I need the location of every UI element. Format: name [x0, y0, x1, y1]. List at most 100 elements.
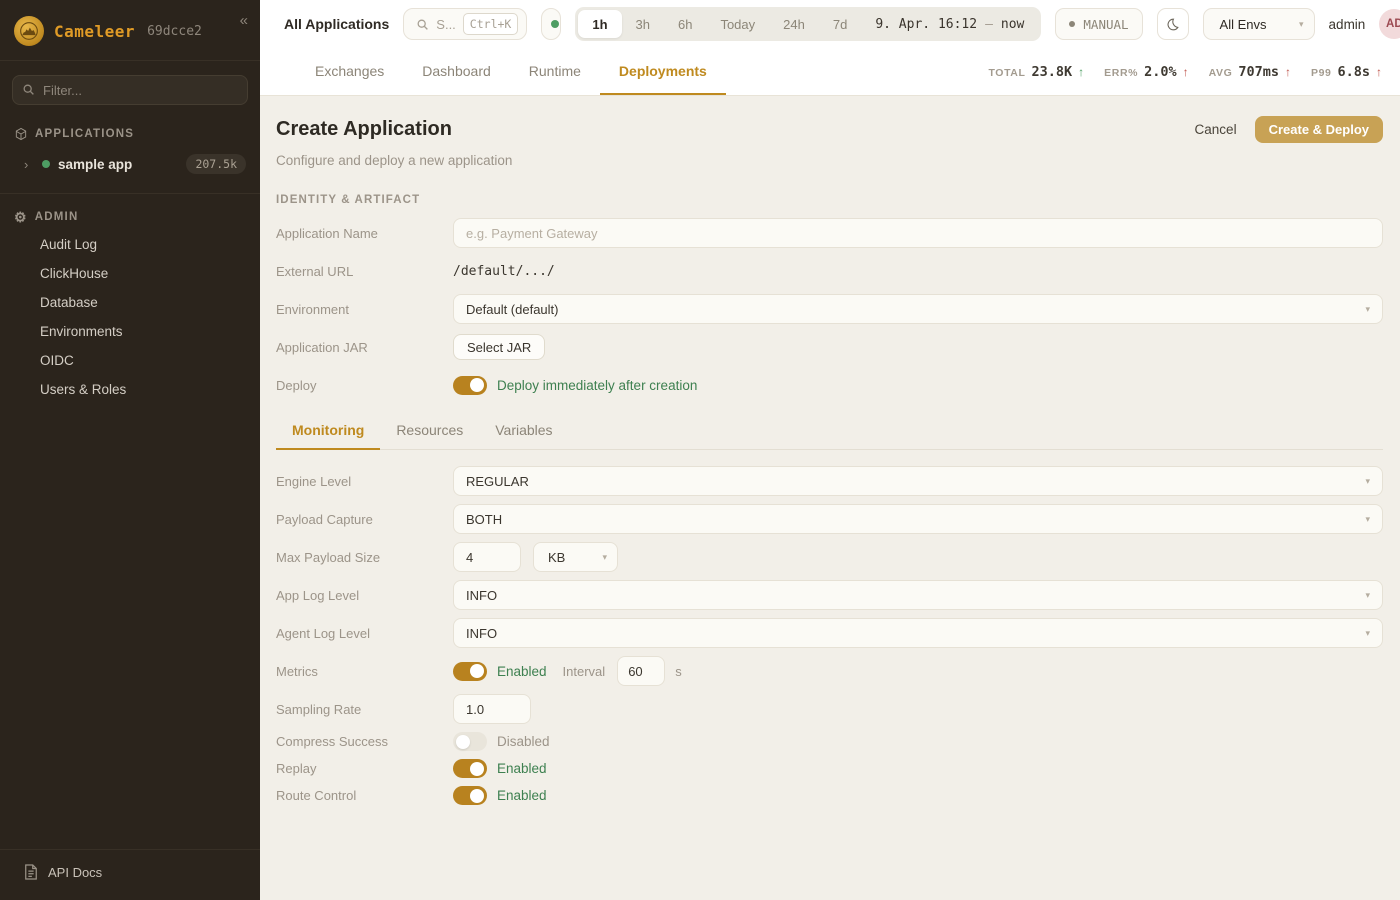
chevron-down-icon: ▾ — [602, 552, 607, 563]
subtab-monitoring[interactable]: Monitoring — [276, 422, 380, 450]
app-log-level-select[interactable]: INFO ▾ — [453, 580, 1383, 610]
chevron-down-icon: ▾ — [1365, 304, 1370, 315]
engine-level-select[interactable]: REGULAR ▾ — [453, 466, 1383, 496]
date-to: now — [1001, 17, 1024, 32]
select-jar-button[interactable]: Select JAR — [453, 334, 545, 360]
create-deploy-button[interactable]: Create & Deploy — [1255, 116, 1383, 143]
sidebar-item-users-roles[interactable]: Users & Roles — [0, 375, 260, 404]
field-agent-log-level: Agent Log Level INFO ▾ — [276, 618, 1383, 648]
divider — [0, 193, 260, 194]
date-separator: — — [985, 17, 993, 32]
field-external-url: External URL /default/.../ — [276, 256, 1383, 286]
replay-state-label: Enabled — [497, 761, 547, 776]
admin-nav: Audit Log ClickHouse Database Environmen… — [0, 230, 260, 404]
chevron-down-icon: ▾ — [1365, 590, 1370, 601]
time-range-picker: 1h 3h 6h Today 24h 7d 9. Apr. 16:12 — no… — [575, 7, 1041, 41]
metrics-toggle[interactable] — [453, 662, 487, 681]
sidebar-item-database[interactable]: Database — [0, 288, 260, 317]
online-status-button[interactable]: O — [541, 8, 561, 40]
sidebar-item-environments[interactable]: Environments — [0, 317, 260, 346]
content: Create Application Cancel Create & Deplo… — [260, 96, 1400, 900]
range-3h[interactable]: 3h — [622, 10, 664, 38]
range-1h[interactable]: 1h — [578, 10, 621, 38]
deploy-toggle-label: Deploy immediately after creation — [497, 378, 697, 393]
manual-refresh-button[interactable]: MANUAL — [1055, 8, 1142, 40]
stat-err: ERR% 2.0% ↑ — [1104, 64, 1188, 80]
field-max-payload-size: Max Payload Size KB ▾ — [276, 542, 1383, 572]
sidebar-item-sample-app[interactable]: › sample app 207.5k — [0, 147, 260, 181]
app-count-badge: 207.5k — [186, 154, 246, 174]
manual-dot-icon — [1069, 21, 1075, 27]
trend-up-icon: ↑ — [1183, 65, 1189, 79]
range-7d[interactable]: 7d — [819, 10, 861, 38]
dark-mode-toggle[interactable] — [1157, 8, 1189, 40]
sidebar: Cameleer 69dcce2 « APPLICATIONS › sample… — [0, 0, 260, 900]
topbar-right: MANUAL All Envs ▾ admin AD — [1055, 8, 1400, 40]
username-label: admin — [1329, 17, 1366, 32]
subtab-variables[interactable]: Variables — [479, 422, 568, 450]
env-filter-select[interactable]: All Envs ▾ — [1203, 8, 1315, 40]
sidebar-item-audit-log[interactable]: Audit Log — [0, 230, 260, 259]
max-payload-size-input[interactable] — [453, 542, 521, 572]
context-label: All Applications — [284, 16, 389, 32]
route-control-state-label: Enabled — [497, 788, 547, 803]
route-control-toggle[interactable] — [453, 786, 487, 805]
interval-label: Interval — [563, 664, 606, 679]
environment-select[interactable]: Default (default) ▾ — [453, 294, 1383, 324]
agent-log-level-select[interactable]: INFO ▾ — [453, 618, 1383, 648]
stat-avg: AVG 707ms ↑ — [1209, 64, 1291, 80]
compress-success-toggle[interactable] — [453, 732, 487, 751]
search-icon — [22, 83, 35, 96]
application-name-input[interactable] — [453, 218, 1383, 248]
interval-unit-label: s — [675, 664, 682, 679]
cancel-button[interactable]: Cancel — [1195, 122, 1237, 137]
tab-exchanges[interactable]: Exchanges — [296, 48, 403, 95]
field-route-control: Route Control Enabled — [276, 786, 1383, 805]
date-from: 9. Apr. 16:12 — [875, 17, 977, 32]
chevron-right-icon[interactable]: › — [24, 157, 34, 172]
range-today[interactable]: Today — [706, 10, 769, 38]
sidebar-item-clickhouse[interactable]: ClickHouse — [0, 259, 260, 288]
shortcut-badge: Ctrl+K — [463, 13, 519, 35]
payload-capture-select[interactable]: BOTH ▾ — [453, 504, 1383, 534]
global-search[interactable]: S... Ctrl+K — [403, 8, 527, 40]
sampling-rate-input[interactable] — [453, 694, 531, 724]
main-tabs: Exchanges Dashboard Runtime Deployments … — [260, 48, 1400, 96]
chevron-down-icon: ▾ — [1365, 628, 1370, 639]
app-title: Cameleer — [54, 22, 135, 41]
metrics-state-label: Enabled — [497, 664, 547, 679]
tab-runtime[interactable]: Runtime — [510, 48, 600, 95]
replay-toggle[interactable] — [453, 759, 487, 778]
field-compress-success: Compress Success Disabled — [276, 732, 1383, 751]
external-url-value: /default/.../ — [453, 264, 555, 279]
api-docs-link[interactable]: API Docs — [0, 849, 260, 900]
sidebar-item-oidc[interactable]: OIDC — [0, 346, 260, 375]
stats-bar: TOTAL 23.8K ↑ ERR% 2.0% ↑ AVG 707ms ↑ P9… — [988, 48, 1382, 95]
admin-section-header: ⚙ ADMIN — [0, 204, 260, 230]
avatar[interactable]: AD — [1379, 9, 1400, 39]
chevron-down-icon: ▾ — [1299, 19, 1304, 30]
app-item-label[interactable]: sample app — [58, 157, 178, 172]
filter-input[interactable] — [12, 75, 248, 105]
tab-dashboard[interactable]: Dashboard — [403, 48, 510, 95]
field-replay: Replay Enabled — [276, 759, 1383, 778]
range-24h[interactable]: 24h — [769, 10, 819, 38]
chevron-down-icon: ▾ — [1365, 476, 1370, 487]
field-payload-capture: Payload Capture BOTH ▾ — [276, 504, 1383, 534]
date-range-display[interactable]: 9. Apr. 16:12 — now — [861, 17, 1038, 32]
collapse-sidebar-icon[interactable]: « — [240, 12, 248, 29]
payload-unit-select[interactable]: KB ▾ — [533, 542, 618, 572]
subtab-resources[interactable]: Resources — [380, 422, 479, 450]
chevron-down-icon: ▾ — [1365, 514, 1370, 525]
trend-up-icon: ↑ — [1078, 65, 1084, 79]
tab-deployments[interactable]: Deployments — [600, 48, 726, 95]
page-subtitle: Configure and deploy a new application — [276, 153, 1383, 168]
sidebar-filter — [12, 75, 248, 105]
range-6h[interactable]: 6h — [664, 10, 706, 38]
metrics-interval-input[interactable] — [617, 656, 665, 686]
deploy-toggle[interactable] — [453, 376, 487, 395]
field-sampling-rate: Sampling Rate — [276, 694, 1383, 724]
stat-p99: P99 6.8s ↑ — [1311, 64, 1382, 80]
applications-section-header: APPLICATIONS — [0, 121, 260, 147]
trend-up-icon: ↑ — [1376, 65, 1382, 79]
